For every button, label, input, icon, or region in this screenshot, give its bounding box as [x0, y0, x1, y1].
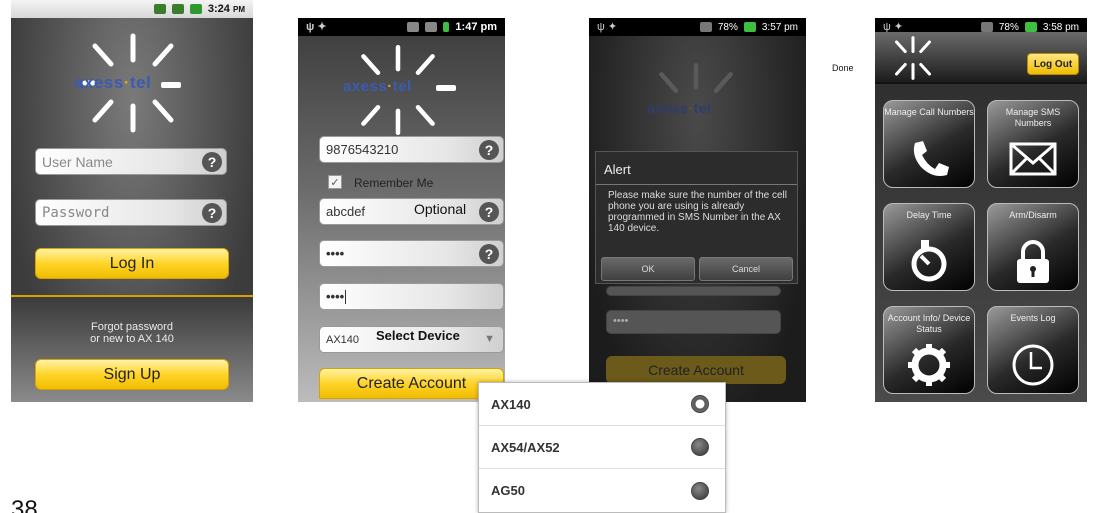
password-field[interactable]: •••• ?	[319, 240, 504, 267]
alert-screen: ψ ✦ 78% 3:57 pm axess·tel Alert Please m…	[589, 18, 806, 402]
main-menu-screen: ψ ✦ 78% 3:58 pm Log Out Manage Call Numb…	[875, 18, 1087, 402]
brand-wordmark: axess·tel	[647, 100, 712, 116]
status-time: 3:24 PM	[207, 3, 245, 15]
phone-number-field[interactable]: 9876543210 ?	[319, 136, 504, 163]
battery-icon	[1024, 22, 1037, 32]
timer-icon	[884, 238, 974, 286]
gear-icon	[884, 341, 974, 389]
dropdown-option[interactable]: AX54/AX52	[479, 426, 725, 469]
alert-dialog: Alert Please make sure the number of the…	[595, 151, 798, 284]
name-field[interactable]: abcdef ?	[319, 198, 504, 225]
tile-manage-call-numbers[interactable]: Manage Call Numbers	[883, 100, 975, 188]
battery-level: 78%	[998, 21, 1019, 33]
signup-button[interactable]: Sign Up	[35, 359, 229, 390]
help-icon[interactable]: ?	[479, 202, 499, 222]
login-screen: 3:24 PM axess·tel User Name ? Password ?…	[11, 0, 253, 402]
network-3g-icon	[153, 4, 166, 14]
axesstel-logo-icon	[895, 36, 931, 80]
username-field[interactable]: User Name ?	[35, 148, 227, 175]
dropdown-option[interactable]: AG50	[479, 469, 725, 512]
optional-note: Optional	[414, 201, 467, 217]
dimmed-password-field: ••••	[606, 310, 781, 334]
alert-title: Alert	[604, 162, 631, 177]
phone-icon	[884, 135, 974, 183]
page-number: 38	[11, 496, 38, 513]
brand-wordmark: axess·tel	[74, 73, 152, 92]
wifi-icon	[699, 22, 712, 32]
help-icon[interactable]: ?	[479, 140, 499, 160]
logout-button[interactable]: Log Out	[1027, 53, 1079, 75]
device-dropdown: AX140 AX54/AX52 AG50	[478, 382, 726, 513]
create-account-screen: ψ ✦ 1:47 pm axess·tel 9876543210 ? ✓ Rem…	[298, 18, 505, 402]
remember-me-checkbox[interactable]: ✓	[328, 175, 342, 189]
remember-me-label: Remember Me	[354, 176, 434, 190]
radio-icon[interactable]	[691, 438, 709, 456]
radio-icon[interactable]	[691, 481, 709, 500]
done-label: Done	[832, 63, 854, 73]
help-icon[interactable]: ?	[479, 244, 499, 264]
battery-icon	[743, 22, 756, 32]
select-device-hint: Select Device	[376, 328, 460, 343]
alert-message: Please make sure the number of the cell …	[608, 190, 787, 234]
status-time: 3:57 pm	[761, 21, 798, 33]
tile-manage-sms-numbers[interactable]: Manage SMS Numbers	[987, 100, 1079, 188]
tile-events-log[interactable]: Events Log	[987, 306, 1079, 394]
divider	[596, 184, 797, 185]
help-icon[interactable]: ?	[202, 203, 222, 223]
lock-icon	[988, 238, 1078, 286]
logo-bar	[161, 82, 181, 88]
wifi-icon	[407, 22, 420, 32]
header: Log Out	[875, 32, 1087, 84]
status-bar: ψ ✦ 1:47 pm	[298, 18, 505, 36]
create-account-button[interactable]: Create Account	[319, 368, 504, 399]
dropdown-option[interactable]: AX140	[479, 383, 725, 426]
wifi-icon	[980, 22, 993, 32]
status-time: 1:47 pm	[455, 21, 497, 33]
help-icon[interactable]: ?	[202, 152, 222, 172]
envelope-icon	[988, 135, 1078, 183]
signal-icon	[171, 4, 184, 14]
radio-selected-icon[interactable]	[691, 395, 709, 413]
chevron-down-icon: ▼	[484, 333, 495, 345]
battery-icon	[189, 4, 202, 14]
cancel-button[interactable]: Cancel	[699, 257, 793, 281]
password-field[interactable]: Password ?	[35, 199, 227, 226]
battery-icon	[443, 22, 450, 32]
battery-level: 78%	[717, 21, 738, 33]
dimmed-create-account-button: Create Account	[606, 356, 786, 384]
confirm-password-field[interactable]: ••••	[319, 283, 504, 310]
dimmed-field	[606, 286, 781, 296]
tile-arm-disarm[interactable]: Arm/Disarm	[987, 203, 1079, 291]
tile-account-info[interactable]: Account Info/ Device Status	[883, 306, 975, 394]
usb-icon: ψ ✦	[597, 21, 618, 33]
logo-bar	[436, 85, 456, 91]
status-time: 3:58 pm	[1042, 21, 1079, 33]
brand-wordmark: axess·tel	[343, 78, 412, 95]
ok-button[interactable]: OK	[601, 257, 695, 281]
usb-icon: ψ ✦	[306, 21, 327, 33]
login-button[interactable]: Log In	[35, 248, 229, 279]
signal-icon	[425, 22, 438, 32]
forgot-password-text[interactable]: Forgot password or new to AX 140	[11, 321, 253, 345]
tile-delay-time[interactable]: Delay Time	[883, 203, 975, 291]
clock-icon	[988, 341, 1078, 389]
status-bar: 3:24 PM	[11, 0, 253, 18]
status-bar: ψ ✦ 78% 3:57 pm	[589, 18, 806, 36]
signup-panel: Forgot password or new to AX 140 Sign Up	[11, 295, 253, 402]
